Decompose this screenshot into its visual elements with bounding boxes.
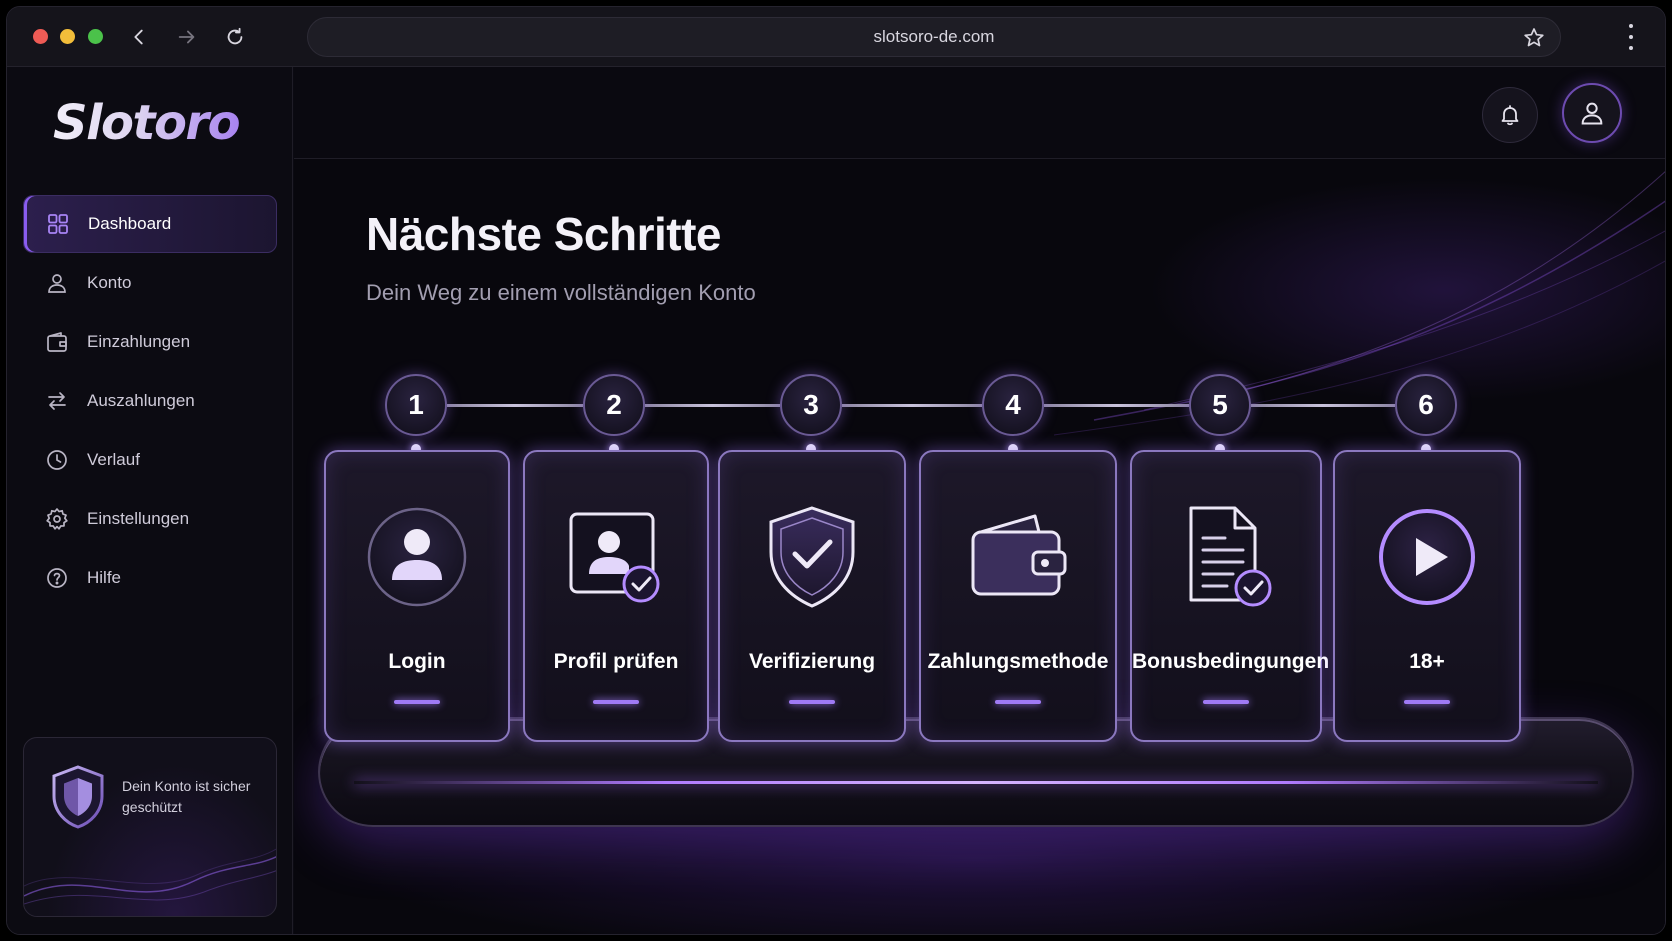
step-number-6: 6 xyxy=(1395,374,1457,436)
bell-icon[interactable] xyxy=(1482,87,1538,143)
step-card-profil-pruefen[interactable]: Profil prüfen xyxy=(523,450,709,742)
step-card-18plus[interactable]: 18+ xyxy=(1333,450,1521,742)
wallet-icon xyxy=(971,514,1067,596)
sidebar-item-dashboard[interactable]: Dashboard xyxy=(23,195,277,253)
step-underline xyxy=(995,700,1041,704)
browser-window: slotsoro-de.com Slotoro Dashboard Konto … xyxy=(6,6,1666,935)
sidebar-item-hilfe[interactable]: Hilfe xyxy=(23,549,277,607)
sidebar-item-label: Konto xyxy=(87,273,132,292)
step-label: Bonusbedingungen xyxy=(1132,650,1330,673)
decorative-streaks xyxy=(1054,171,1665,436)
step-number-2: 2 xyxy=(583,374,645,436)
step-connector xyxy=(1044,404,1189,407)
step-underline xyxy=(394,700,440,704)
grid-icon xyxy=(48,214,68,234)
step-number-4: 4 xyxy=(982,374,1044,436)
kebab-menu-icon[interactable] xyxy=(1623,24,1639,50)
step-connector xyxy=(447,404,583,407)
page-title: Nächste Schritte xyxy=(366,208,722,260)
sidebar-item-verlauf[interactable]: Verlauf xyxy=(23,431,277,489)
step-underline xyxy=(789,700,835,704)
url-text: slotsoro-de.com xyxy=(873,27,995,46)
step-number-5: 5 xyxy=(1189,374,1251,436)
reload-icon[interactable] xyxy=(221,23,249,51)
help-icon xyxy=(47,568,67,588)
main-content: Nächste Schritte Dein Weg zu einem volls… xyxy=(294,67,1665,934)
sidebar-nav: Dashboard Konto Einzahlungen Auszahlunge… xyxy=(23,195,277,608)
top-bar xyxy=(294,67,1665,159)
step-underline xyxy=(593,700,639,704)
sidebar-item-konto[interactable]: Konto xyxy=(23,254,277,312)
minimize-window-button[interactable] xyxy=(60,29,75,44)
step-connector xyxy=(645,404,780,407)
shield-icon xyxy=(52,765,104,829)
maximize-window-button[interactable] xyxy=(88,29,103,44)
step-card-bonusbedingungen[interactable]: Bonusbedingungen xyxy=(1130,450,1330,742)
step-label: Profil prüfen xyxy=(553,650,679,673)
play-icon xyxy=(1379,509,1475,605)
step-label: Login xyxy=(388,650,446,673)
sidebar-item-label: Dashboard xyxy=(88,214,172,233)
step-label: Zahlungsmethode xyxy=(927,650,1109,673)
shield-check-icon xyxy=(769,506,855,608)
sidebar-item-label: Einstellungen xyxy=(87,509,190,528)
step-number-1: 1 xyxy=(385,374,447,436)
star-icon[interactable] xyxy=(1522,26,1546,50)
browser-toolbar: slotsoro-de.com xyxy=(7,7,1665,67)
step-number-3: 3 xyxy=(780,374,842,436)
sidebar-item-label: Einzahlungen xyxy=(87,332,191,351)
step-underline xyxy=(1404,700,1450,704)
sidebar-item-einstellungen[interactable]: Einstellungen xyxy=(23,490,277,548)
step-underline xyxy=(1203,700,1249,704)
security-card: Dein Konto ist sicher geschützt xyxy=(23,737,277,917)
sidebar: Slotoro Dashboard Konto Einzahlungen Aus… xyxy=(7,67,293,934)
page-subtitle: Dein Weg zu einem vollständigen Konto xyxy=(366,280,756,305)
step-card-login[interactable]: Login xyxy=(324,450,510,742)
document-check-icon xyxy=(1189,506,1272,607)
brand-logo[interactable]: Slotoro xyxy=(53,95,241,151)
user-avatar-icon[interactable] xyxy=(1562,83,1622,143)
sidebar-item-label: Auszahlungen xyxy=(87,391,195,410)
profile-check-icon xyxy=(569,512,660,603)
decorative-wave xyxy=(24,848,276,905)
close-window-button[interactable] xyxy=(33,29,48,44)
pedestal-glow xyxy=(354,781,1598,784)
sidebar-item-label: Hilfe xyxy=(87,568,122,587)
sidebar-item-auszahlungen[interactable]: Auszahlungen xyxy=(23,372,277,430)
step-card-verifizierung[interactable]: Verifizierung xyxy=(718,450,906,742)
sidebar-item-label: Verlauf xyxy=(87,450,140,469)
transfer-icon xyxy=(48,392,66,410)
step-label: Verifizierung xyxy=(748,650,876,673)
back-icon[interactable] xyxy=(125,23,153,51)
step-connector xyxy=(1251,404,1395,407)
address-bar[interactable]: slotsoro-de.com xyxy=(307,17,1561,57)
clock-icon xyxy=(47,450,67,470)
forward-icon[interactable] xyxy=(173,23,201,51)
step-connector xyxy=(842,404,982,407)
user-icon xyxy=(48,274,66,293)
gear-icon xyxy=(46,508,68,530)
user-circle-icon xyxy=(367,507,467,607)
wallet-icon xyxy=(47,332,67,352)
sidebar-item-einzahlungen[interactable]: Einzahlungen xyxy=(23,313,277,371)
step-label: 18+ xyxy=(1409,650,1445,673)
step-card-zahlungsmethode[interactable]: Zahlungsmethode xyxy=(919,450,1117,742)
security-text: Dein Konto ist sicher geschützt xyxy=(122,778,251,815)
